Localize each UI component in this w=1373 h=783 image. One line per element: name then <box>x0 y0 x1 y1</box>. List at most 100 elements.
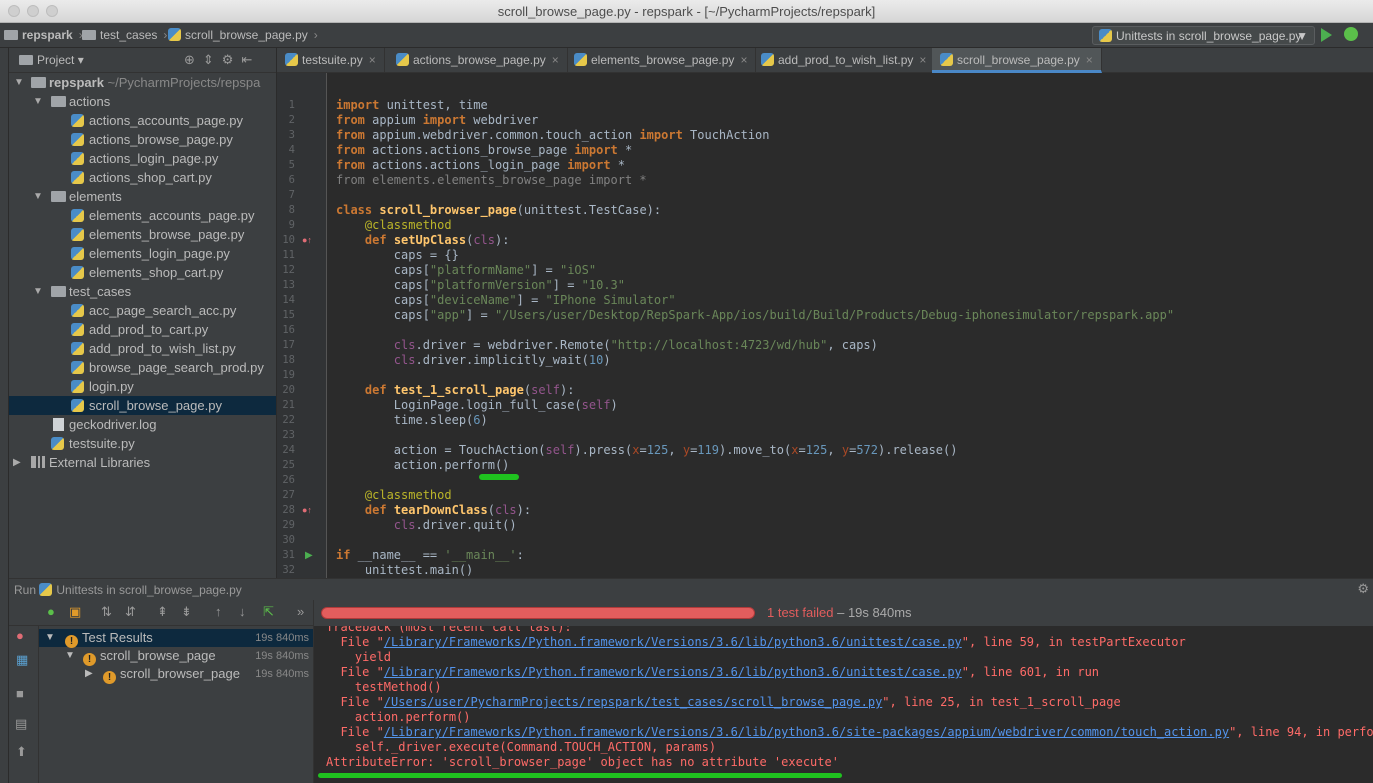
python-file-icon <box>71 380 84 393</box>
tree-item-file[interactable]: actions_login_page.py <box>9 149 276 168</box>
tree-item-file[interactable]: add_prod_to_wish_list.py <box>9 339 276 358</box>
collapse-all-icon[interactable]: ⇟ <box>181 604 192 620</box>
debug-icon[interactable] <box>1344 27 1358 41</box>
breadcrumb-folder[interactable]: test_cases › <box>82 28 167 42</box>
code-line[interactable]: action.perform() <box>336 458 510 472</box>
tree-item-file[interactable]: elements_browse_page.py <box>9 225 276 244</box>
code-line[interactable]: @classmethod <box>336 218 452 232</box>
previous-failed-icon[interactable]: ↑ <box>215 604 222 619</box>
tree-item-file[interactable]: elements_accounts_page.py <box>9 206 276 225</box>
file-link[interactable]: /Library/Frameworks/Python.framework/Ver… <box>384 665 962 679</box>
code-line[interactable]: cls.driver.quit() <box>336 518 517 532</box>
sort-alphabetically-icon[interactable]: ⇅ <box>101 604 112 620</box>
console-line[interactable]: File "/Users/user/PycharmProjects/repspa… <box>326 695 1120 709</box>
left-tool-strip[interactable] <box>0 48 9 783</box>
run-panel-header: Run Unittests in scroll_browse_page.py ⚙ <box>9 578 1373 600</box>
code-line[interactable]: def tearDownClass(cls): <box>336 503 531 517</box>
stop-icon[interactable]: ■ <box>16 686 24 701</box>
breadcrumb-file[interactable]: scroll_browse_page.py › <box>168 28 318 42</box>
breadcrumb-project[interactable]: repspark › <box>4 28 83 42</box>
code-line[interactable]: caps["platformVersion"] = "10.3" <box>336 278 625 292</box>
tree-item-file[interactable]: actions_accounts_page.py <box>9 111 276 130</box>
tab-testsuite[interactable]: testsuite.py × <box>277 48 385 73</box>
override-gutter-icon[interactable]: ●↑ <box>302 505 312 515</box>
code-line[interactable]: from actions.actions_browse_page import … <box>336 143 632 157</box>
show-ignored-icon[interactable]: ▣ <box>69 604 81 620</box>
code-line[interactable]: import unittest, time <box>336 98 488 112</box>
code-line[interactable]: def test_1_scroll_page(self): <box>336 383 575 397</box>
close-icon[interactable]: × <box>552 53 559 67</box>
console-line[interactable]: File "/Library/Frameworks/Python.framewo… <box>326 635 1185 649</box>
more-icon[interactable]: » <box>297 604 304 619</box>
tree-item-file[interactable]: elements_shop_cart.py <box>9 263 276 282</box>
annotation-underline <box>318 773 842 778</box>
project-view-select[interactable]: Project ▾ <box>19 53 84 67</box>
code-line[interactable]: @classmethod <box>336 488 452 502</box>
run-configuration-select[interactable]: Unittests in scroll_browse_page.py ▼ <box>1092 26 1315 45</box>
code-line[interactable]: caps = {} <box>336 248 459 262</box>
code-line[interactable]: caps["deviceName"] = "IPhone Simulator" <box>336 293 676 307</box>
tree-item-file[interactable]: actions_browse_page.py <box>9 130 276 149</box>
close-icon[interactable]: × <box>740 53 747 67</box>
file-link[interactable]: /Users/user/PycharmProjects/repspark/tes… <box>384 695 883 709</box>
tab-add-prod-to-wish-list[interactable]: add_prod_to_wish_list.py × <box>753 48 936 73</box>
tree-item-file[interactable]: browse_page_search_prod.py <box>9 358 276 377</box>
tree-item-elements[interactable]: ▼ elements <box>9 187 276 206</box>
tree-item-file[interactable]: testsuite.py <box>9 434 276 453</box>
code-line[interactable]: if __name__ == '__main__': <box>336 548 524 562</box>
rerun-failed-icon[interactable]: ● <box>16 628 24 643</box>
run-icon[interactable] <box>1321 28 1332 42</box>
tree-item-file[interactable]: acc_page_search_acc.py <box>9 301 276 320</box>
project-toolbar[interactable]: ⊕⇕⚙⇤ <box>184 52 260 68</box>
expand-all-icon[interactable]: ⇞ <box>157 604 168 620</box>
test-result-item[interactable]: ▶! scroll_browser_page 19s 840ms <box>39 665 313 684</box>
close-icon[interactable]: × <box>369 53 376 67</box>
tree-item-file[interactable]: geckodriver.log <box>9 415 276 434</box>
tree-item-repspark[interactable]: ▼ repspark ~/PycharmProjects/repspa <box>9 73 276 92</box>
pin-icon[interactable]: ⬆ <box>16 744 27 760</box>
console-line[interactable]: File "/Library/Frameworks/Python.framewo… <box>326 665 1099 679</box>
layout-icon[interactable]: ▤ <box>15 716 27 732</box>
file-link[interactable]: /Library/Frameworks/Python.framework/Ver… <box>384 725 1229 739</box>
tree-item-actions[interactable]: ▼ actions <box>9 92 276 111</box>
code-line[interactable]: time.sleep(6) <box>336 413 488 427</box>
code-line[interactable]: from appium.webdriver.common.touch_actio… <box>336 128 770 142</box>
code-line[interactable]: action = TouchAction(self).press(x=125, … <box>336 443 958 457</box>
export-icon[interactable]: ⇱ <box>263 604 274 620</box>
tree-item-external-libraries[interactable]: ▶ External Libraries <box>9 453 276 472</box>
gear-icon[interactable]: ⚙ <box>1357 581 1369 597</box>
code-line[interactable]: from actions.actions_login_page import * <box>336 158 625 172</box>
console-line[interactable]: File "/Library/Frameworks/Python.framewo… <box>326 725 1373 739</box>
tab-elements-browse-page[interactable]: elements_browse_page.py × <box>566 48 757 73</box>
code-line[interactable]: cls.driver = webdriver.Remote("http://lo… <box>336 338 878 352</box>
tab-scroll-browse-page[interactable]: scroll_browse_page.py × <box>932 48 1102 73</box>
code-line[interactable]: class scroll_browser_page(unittest.TestC… <box>336 203 661 217</box>
tree-item-file[interactable]: elements_login_page.py <box>9 244 276 263</box>
code-line[interactable]: caps["app"] = "/Users/user/Desktop/RepSp… <box>336 308 1174 322</box>
code-line[interactable]: caps["platformName"] = "iOS" <box>336 263 596 277</box>
test-results-root[interactable]: ▼! Test Results 19s 840ms <box>39 629 313 648</box>
tab-actions-browse-page[interactable]: actions_browse_page.py × <box>388 48 568 73</box>
code-line[interactable]: LoginPage.login_full_case(self) <box>336 398 618 412</box>
test-result-item[interactable]: ▼! scroll_browse_page 19s 840ms <box>39 647 313 666</box>
show-passed-icon[interactable]: ● <box>47 604 55 619</box>
code-line[interactable]: unittest.main() <box>336 563 473 577</box>
toggle-auto-test-icon[interactable]: ▦ <box>16 652 28 668</box>
tree-item-file[interactable]: add_prod_to_cart.py <box>9 320 276 339</box>
close-icon[interactable]: × <box>919 53 926 67</box>
console-output[interactable]: Traceback (most recent call last): File … <box>313 626 1373 783</box>
run-gutter-icon[interactable]: ▶ <box>305 550 313 561</box>
tree-item-file[interactable]: login.py <box>9 377 276 396</box>
tree-item-test-cases[interactable]: ▼ test_cases <box>9 282 276 301</box>
tree-item-file-selected[interactable]: scroll_browse_page.py <box>9 396 276 415</box>
next-failed-icon[interactable]: ↓ <box>239 604 246 619</box>
tree-item-file[interactable]: actions_shop_cart.py <box>9 168 276 187</box>
code-line[interactable]: cls.driver.implicitly_wait(10) <box>336 353 611 367</box>
code-line[interactable]: from appium import webdriver <box>336 113 538 127</box>
code-line[interactable]: def setUpClass(cls): <box>336 233 510 247</box>
file-link[interactable]: /Library/Frameworks/Python.framework/Ver… <box>384 635 962 649</box>
close-icon[interactable]: × <box>1086 53 1093 67</box>
override-gutter-icon[interactable]: ●↑ <box>302 235 312 245</box>
sort-by-duration-icon[interactable]: ⇵ <box>125 604 136 620</box>
code-line[interactable]: from elements.elements_browse_page impor… <box>336 173 647 187</box>
